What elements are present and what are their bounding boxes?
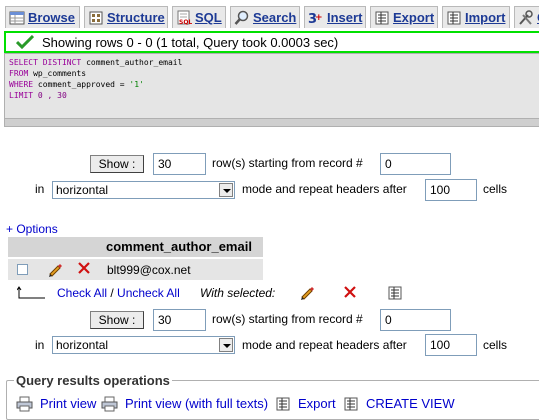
row-checkbox[interactable] [17,264,28,275]
rows-starting-label-top: row(s) starting from record # [212,156,363,170]
sql-keyword: WHERE [9,80,34,89]
tab-label: Export [393,10,435,25]
sql-query-box: SELECT DISTINCT comment_author_email FRO… [4,53,539,127]
display-mode-value: horizontal [56,338,109,352]
tab-label: Browse [28,10,75,25]
show-button-bottom[interactable]: Show : [90,311,144,329]
display-mode-select-bottom[interactable]: horizontal [52,336,235,354]
rows-count-input-bottom[interactable]: 30 [153,309,206,331]
import-icon [446,10,462,26]
sql-line: FROM wp_comments [9,68,539,79]
in-label-bottom: in [35,338,45,352]
sql-text: 0 , 30 [33,91,67,100]
export-results-icon[interactable] [275,396,291,415]
sql-keyword: LIMIT [9,91,34,100]
with-selected-label: With selected: [200,286,276,300]
sql-text: comment_author_email [81,58,183,67]
in-label-top: in [35,182,45,196]
print-view-link[interactable]: Print view [40,396,96,411]
sql-text: wp_comments [28,69,87,78]
rows-count-input-top[interactable]: 30 [153,153,206,175]
query-results-operations-legend: Query results operations [14,373,172,388]
print-icon[interactable] [16,396,33,415]
delete-icon[interactable] [77,261,91,278]
tab-browse[interactable]: Browse [5,6,80,28]
repeat-headers-label-bottom: mode and repeat headers after [242,338,407,352]
print-view-full-texts-link[interactable]: Print view (with full texts) [125,396,268,411]
browse-icon [9,10,25,26]
sql-icon: SQL [176,10,192,26]
tab-label: Structure [107,10,165,25]
checkmark-icon [16,35,34,49]
show-button-top[interactable]: Show : [90,155,144,173]
sql-line: LIMIT 0 , 30 [9,90,539,101]
check-all-link[interactable]: Check All [57,286,107,300]
success-message-box: Showing rows 0 - 0 (1 total, Query took … [4,31,539,53]
repeat-headers-input-top[interactable]: 100 [425,179,477,201]
tab-label: SQL [195,10,222,25]
export-icon [374,10,390,26]
sql-keyword: FROM [9,69,29,78]
sql-line: SELECT DISTINCT comment_author_email [9,57,539,68]
tab-label: Import [465,10,506,25]
tab-structure[interactable]: Structure [84,6,168,28]
uncheck-all-link[interactable]: Uncheck All [117,286,180,300]
table-cell-email: blt999@cox.net [107,263,191,277]
delete-selected-icon[interactable] [343,285,357,302]
edit-selected-icon[interactable] [299,284,315,303]
export-selected-icon[interactable] [387,285,403,304]
print-full-icon[interactable] [101,396,118,415]
svg-text:+: + [315,13,323,23]
structure-icon [88,10,104,26]
start-record-input-bottom[interactable]: 0 [380,309,451,331]
svg-text:SQL: SQL [179,19,192,26]
operations-icon [518,9,534,26]
sql-box-footer [5,118,539,126]
display-mode-value: horizontal [56,183,109,197]
column-header-comment-author-email[interactable]: comment_author_email [106,239,252,254]
sql-text: comment_approved = [33,80,130,89]
chevron-down-icon[interactable] [219,338,233,352]
options-toggle[interactable]: + Options [6,222,58,236]
rows-starting-label-bottom: row(s) starting from record # [212,312,363,326]
tab-label: Insert [327,10,363,25]
search-icon [234,10,250,26]
start-record-input-top[interactable]: 0 [380,153,451,175]
tab-insert[interactable]: 3 + Insert [304,6,366,28]
cells-label-bottom: cells [483,338,508,352]
sql-string: '1' [129,80,144,89]
options-link[interactable]: + Options [6,222,58,236]
edit-icon[interactable] [47,261,63,280]
sql-keyword: SELECT DISTINCT [9,58,82,67]
tab-label: Search [253,10,297,25]
sql-line: WHERE comment_approved = '1' [9,79,539,90]
tab-sql[interactable]: SQL SQL [172,6,226,28]
tab-import[interactable]: Import [442,6,510,28]
chevron-down-icon[interactable] [219,183,233,197]
create-view-icon[interactable] [343,396,359,415]
success-message: Showing rows 0 - 0 (1 total, Query took … [42,34,339,50]
arrow-left-up-icon [16,286,47,303]
table-header-blank-cell [8,237,101,257]
repeat-headers-label-top: mode and repeat headers after [242,182,407,196]
export-results-link[interactable]: Export [298,396,336,411]
cells-label-top: cells [483,182,508,196]
create-view-link[interactable]: CREATE VIEW [366,396,455,411]
tab-search[interactable]: Search [230,6,300,28]
repeat-headers-input-bottom[interactable]: 100 [425,334,477,356]
tab-bar: Browse Structure SQL SQL Search 3 + Inser… [0,6,539,28]
tab-operations[interactable]: O [514,6,539,28]
insert-icon: 3 + [308,10,324,27]
display-mode-select-top[interactable]: horizontal [52,181,235,199]
tab-export[interactable]: Export [370,6,438,28]
separator: / [107,286,118,300]
bulk-select-links: Check All / Uncheck All [57,286,180,300]
